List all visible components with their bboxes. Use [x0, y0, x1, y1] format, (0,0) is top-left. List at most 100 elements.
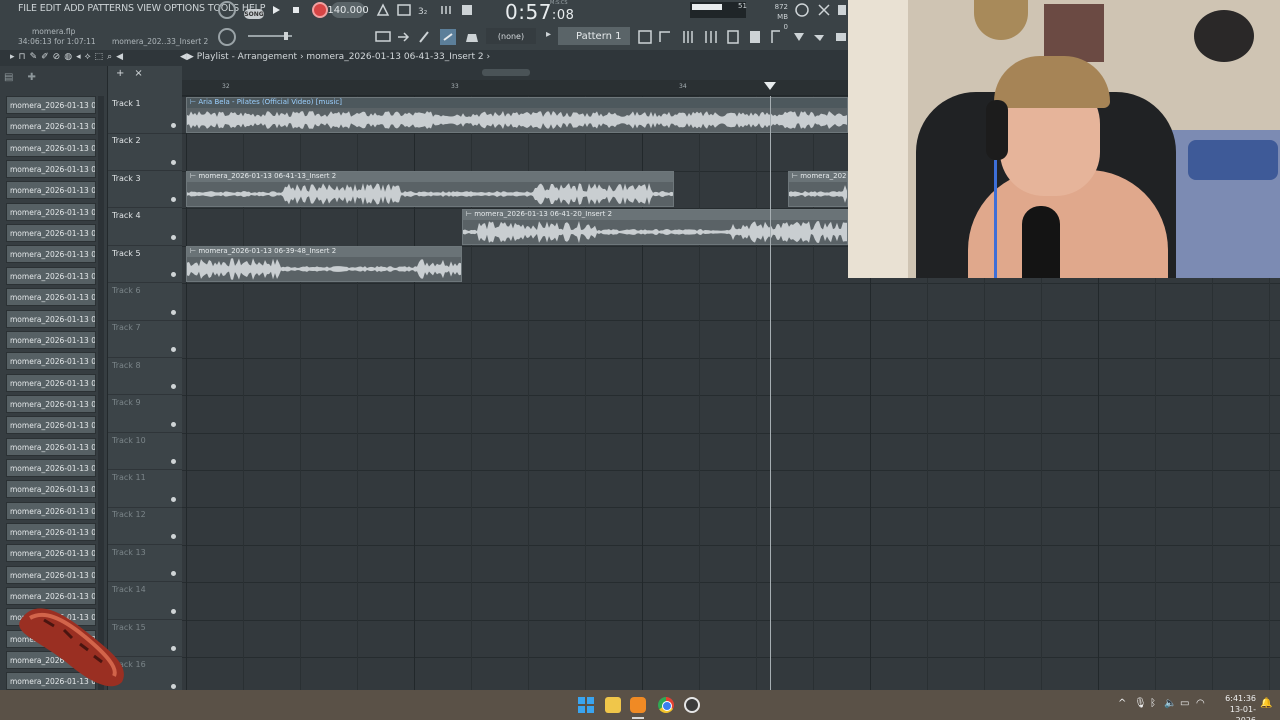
menu-view[interactable]: VIEW	[137, 3, 161, 14]
clip-source-item[interactable]: momera_2026-01-13 06...	[6, 160, 96, 179]
track-header[interactable]: Track 8	[108, 358, 182, 396]
track-header[interactable]: Track 11	[108, 470, 182, 508]
track-enable-dot-icon[interactable]	[171, 533, 176, 539]
play-button[interactable]	[268, 2, 284, 18]
metronome-icon[interactable]	[376, 3, 390, 16]
clip-source-item[interactable]: momera_2026-01-13 06...	[6, 181, 96, 200]
track-enable-dot-icon[interactable]	[171, 459, 176, 465]
menu-add[interactable]: ADD	[64, 3, 85, 14]
clip-source-item[interactable]: momera_2026-01-13 06...	[6, 309, 96, 328]
track-header[interactable]: Track 3	[108, 171, 182, 209]
track-header[interactable]: Track 1	[108, 96, 182, 134]
clip-source-item[interactable]: momera_2026-01-13 06...	[6, 288, 96, 307]
bluetooth-icon[interactable]: ᛒ	[1150, 698, 1156, 709]
close-track-icon[interactable]: ×	[134, 68, 142, 79]
track-enable-dot-icon[interactable]	[171, 608, 176, 614]
menu-options[interactable]: OPTIONS	[164, 3, 205, 14]
snap-selector[interactable]: (none)	[486, 28, 536, 44]
track-enable-dot-icon[interactable]	[171, 234, 176, 240]
paint-icon[interactable]: ✐	[41, 52, 49, 62]
audio-clip[interactable]: ⊢ Aria Bela - Pilates (Official Video) […	[186, 96, 848, 133]
audio-clip[interactable]: ⊢ momera_2026-01-13 06-41-13_Insert 2	[186, 171, 674, 208]
master-pitch-dial-icon[interactable]	[218, 28, 236, 46]
piano-roll-window-icon[interactable]	[659, 31, 670, 42]
volume-icon[interactable]: 🔈	[1164, 698, 1176, 709]
step-edit-icon[interactable]	[441, 6, 451, 14]
clip-source-item[interactable]: momera_2026-01-13 06...	[6, 458, 96, 477]
mic-icon[interactable]: 🎙	[1134, 698, 1147, 709]
track-header[interactable]: Track 6	[108, 283, 182, 321]
countdown-icon[interactable]: 3₂	[418, 7, 428, 17]
slip-icon[interactable]: ◂	[76, 52, 81, 62]
clip-source-item[interactable]: momera_2026-01-13 06...	[6, 330, 96, 349]
plugin-picker-icon[interactable]	[771, 30, 780, 43]
clip-source-item[interactable]: momera_2026-01-13 06...	[6, 224, 96, 243]
audio-clip[interactable]: ⊢ momera_2026-01-13 06-39-48_Insert 2	[186, 246, 462, 283]
clip-source-item[interactable]: momera_2026-01-13 06...	[6, 138, 96, 157]
record-button[interactable]	[312, 2, 328, 18]
track-header[interactable]: Track 7	[108, 320, 182, 358]
track-header[interactable]: Track 4	[108, 208, 182, 246]
track-enable-dot-icon[interactable]	[171, 421, 176, 427]
track-enable-dot-icon[interactable]	[171, 122, 176, 128]
mixer-icon[interactable]	[705, 31, 717, 43]
menu-patterns[interactable]: PATTERNS	[87, 3, 134, 14]
menu-edit[interactable]: EDIT	[40, 3, 61, 14]
cpu-icon[interactable]	[838, 5, 846, 15]
track-enable-dot-icon[interactable]	[171, 496, 176, 502]
add-track-icon[interactable]: +	[116, 68, 124, 79]
channel-rack-icon[interactable]	[683, 31, 693, 43]
song-mode-toggle[interactable]: SONG	[244, 9, 264, 19]
horizontal-scroll-thumb[interactable]	[482, 69, 530, 76]
list-view-icon[interactable]: ▤	[4, 72, 13, 83]
clip-source-item[interactable]: momera_2026-01-13 06...	[6, 394, 96, 413]
track-header[interactable]: Track 5	[108, 246, 182, 284]
clip-source-item[interactable]: momera_2026-01-13 06...	[6, 266, 96, 285]
timeline-ruler[interactable]: 32 33 34	[182, 80, 848, 96]
track-header[interactable]: Track 13	[108, 545, 182, 583]
clip-source-item[interactable]: momera_2026-01-13 06...	[6, 544, 96, 563]
clip-source-item[interactable]: momera_2026-01-13 06...	[6, 480, 96, 499]
horizontal-scrollbar[interactable]	[182, 66, 848, 80]
plugin-database-icon[interactable]	[750, 31, 760, 43]
clip-source-item[interactable]: momera_2026-01-13 06...	[6, 523, 96, 541]
project-info-icon[interactable]	[814, 35, 824, 41]
audio-clip[interactable]: ⊢ momera_2026-01-13 06-	[787, 171, 848, 208]
pattern-selector[interactable]: ▸ Pattern 1	[546, 27, 630, 45]
menu-file[interactable]: FILE	[18, 3, 37, 14]
playback-icon[interactable]: ◀	[116, 52, 123, 62]
track-header[interactable]: Track 10	[108, 433, 182, 471]
notification-icon[interactable]: 🔔	[1260, 698, 1272, 709]
draw-tool-icon[interactable]	[419, 31, 429, 43]
undo-history-icon[interactable]	[795, 3, 809, 17]
touch-keyboard-icon[interactable]	[794, 33, 804, 41]
wifi-icon[interactable]: ◠	[1196, 698, 1205, 709]
playlist-menu-arrow-icon[interactable]: ▸	[10, 52, 15, 62]
pattern-song-dial-icon[interactable]	[218, 1, 236, 19]
mute-icon[interactable]: ◍	[64, 52, 72, 62]
wait-input-icon[interactable]	[397, 4, 411, 16]
draw-icon[interactable]: ✎	[30, 52, 38, 62]
track-enable-dot-icon[interactable]	[171, 646, 176, 652]
output-icon[interactable]	[836, 33, 846, 41]
audio-clip[interactable]: ⊢ momera_2026-01-13 06-41-20_Insert 2	[461, 208, 848, 245]
stop-button[interactable]	[288, 2, 304, 18]
close-project-icon[interactable]	[818, 4, 830, 16]
playhead-marker[interactable]	[763, 82, 776, 90]
clip-source-item[interactable]: momera_2026-01-13 06...	[6, 501, 96, 520]
arrow-icon[interactable]	[398, 32, 410, 42]
fl-studio-icon[interactable]	[630, 697, 646, 713]
tray-clock[interactable]: 6:41:36 13-01-2026	[1212, 693, 1256, 720]
track-header[interactable]: Track 2	[108, 133, 182, 171]
magnet-icon[interactable]: ⊓	[19, 52, 26, 62]
zoom-icon[interactable]: ⌕	[107, 52, 112, 62]
playhead[interactable]	[769, 96, 771, 690]
battery-icon[interactable]: ▭	[1180, 698, 1189, 709]
file-explorer-icon[interactable]	[605, 697, 621, 713]
tray-overflow-icon[interactable]: ^	[1118, 698, 1126, 709]
tempo-display[interactable]: 140.000	[327, 2, 369, 18]
clip-source-item[interactable]: momera_2026-01-13 06...	[6, 373, 96, 392]
browser-icon[interactable]	[727, 30, 739, 44]
track-enable-dot-icon[interactable]	[171, 384, 176, 390]
master-volume-slider[interactable]	[248, 32, 292, 40]
